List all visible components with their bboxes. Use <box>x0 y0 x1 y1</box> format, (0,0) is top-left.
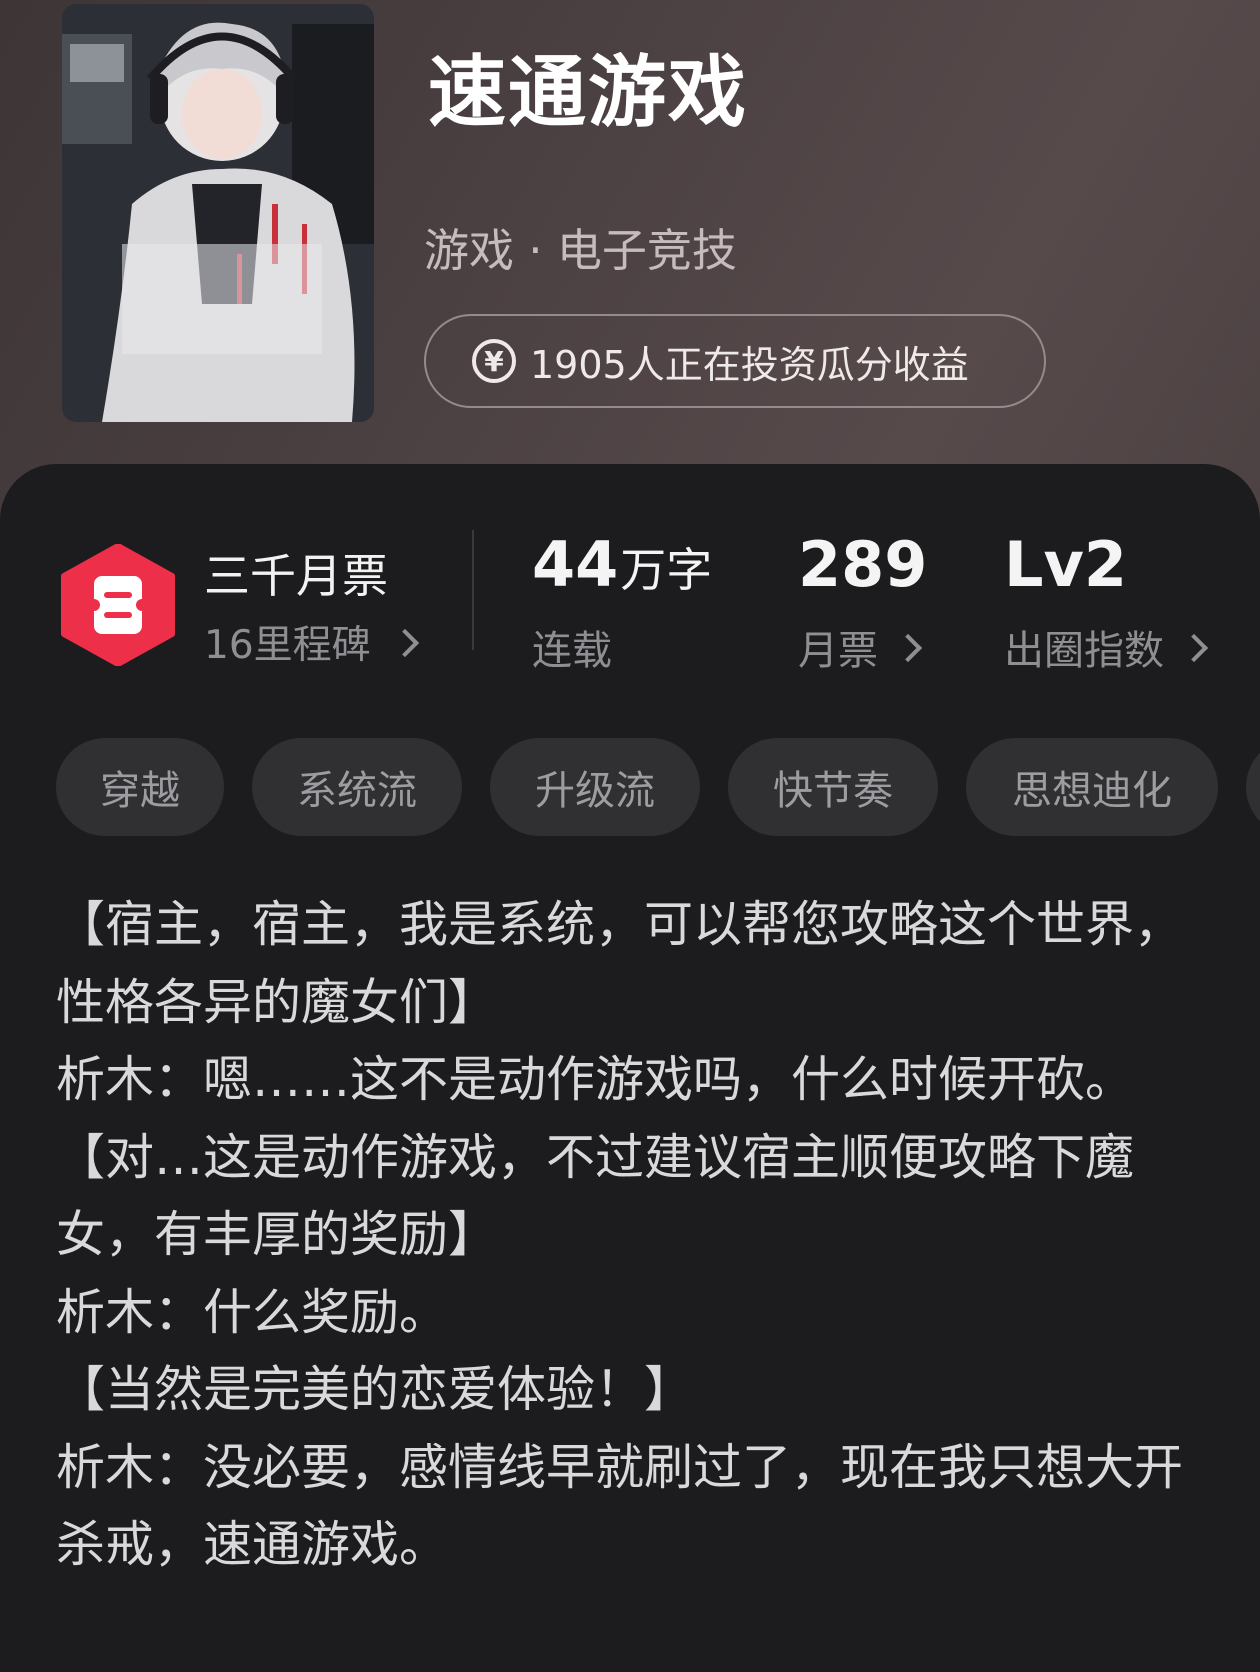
stats-row: 三千月票 16里程碑 44万字 连载 289 月票 Lv2 出圈指数 <box>0 464 1260 684</box>
milestone-link[interactable]: 16里程碑 <box>204 614 419 670</box>
book-genre: 游戏 · 电子竞技 <box>424 224 737 277</box>
tag-chip[interactable]: 穿越 <box>56 738 224 836</box>
tag-chip[interactable]: 升级流 <box>490 738 700 836</box>
word-count-stat: 44万字 连载 <box>532 534 712 676</box>
ticket-badge-icon <box>61 544 175 666</box>
synopsis-paragraph: 【宿主，宿主，我是系统，可以帮您攻略这个世界，性格各异的魔女们】 <box>56 896 1184 1031</box>
chevron-right-icon <box>390 628 419 658</box>
cover-illustration <box>62 4 374 422</box>
chevron-right-icon <box>893 633 923 663</box>
monthly-ticket-value: 289 <box>798 528 928 601</box>
book-title: 速通游戏 <box>428 48 749 138</box>
invest-label: 1905人正在投资瓜分收益 <box>530 342 969 387</box>
synopsis-paragraph: 【当然是完美的恋爱体验！】 <box>56 1361 694 1418</box>
milestone-title: 三千月票 <box>204 549 388 603</box>
tag-chip-overflow[interactable] <box>1246 738 1260 836</box>
synopsis-paragraph: 【对…这是动作游戏，不过建议宿主顺便攻略下魔女，有丰厚的奖励】 <box>56 1128 1135 1264</box>
synopsis-paragraph: 析木：什么奖励。 <box>56 1283 449 1341</box>
synopsis-paragraph: 析木：嗯……这不是动作游戏吗，什么时候开砍。 <box>56 1051 1135 1108</box>
chevron-right-icon <box>1179 633 1209 663</box>
tag-chip[interactable]: 系统流 <box>252 738 462 836</box>
tag-chip[interactable]: 快节奏 <box>728 738 938 836</box>
yen-icon: ¥ <box>472 339 516 383</box>
synopsis-paragraph: 析木：没必要，感情线早就刷过了，现在我只想大开杀戒，速通游戏。 <box>56 1438 1184 1574</box>
popularity-index-stat[interactable]: Lv2 出圈指数 <box>1004 528 1209 676</box>
milestone-label: 16里程碑 <box>204 623 371 668</box>
monthly-ticket-stat[interactable]: 289 月票 <box>798 534 927 676</box>
book-synopsis: 【宿主，宿主，我是系统，可以帮您攻略这个世界，性格各异的魔女们】 析木：嗯……这… <box>56 886 1216 1584</box>
tag-chip[interactable]: 思想迪化 <box>966 738 1218 836</box>
stats-divider <box>472 530 474 650</box>
monthly-ticket-label: 月票 <box>798 628 878 674</box>
popularity-index-value: Lv2 <box>1004 528 1128 601</box>
tag-list: 穿越 系统流 升级流 快节奏 思想迪化 <box>56 738 1260 838</box>
book-info-panel: 三千月票 16里程碑 44万字 连载 289 月票 Lv2 出圈指数 穿越 系统… <box>0 464 1260 1672</box>
invest-button[interactable]: ¥ 1905人正在投资瓜分收益 <box>424 314 1046 408</box>
popularity-index-label: 出圈指数 <box>1004 628 1164 674</box>
book-cover-image[interactable] <box>62 4 374 422</box>
word-count-value: 44 <box>532 528 619 601</box>
word-count-unit: 万字 <box>620 543 713 597</box>
book-header: 速通游戏 游戏 · 电子竞技 ¥ 1905人正在投资瓜分收益 <box>0 0 1260 520</box>
serial-status-label: 连载 <box>532 628 612 674</box>
